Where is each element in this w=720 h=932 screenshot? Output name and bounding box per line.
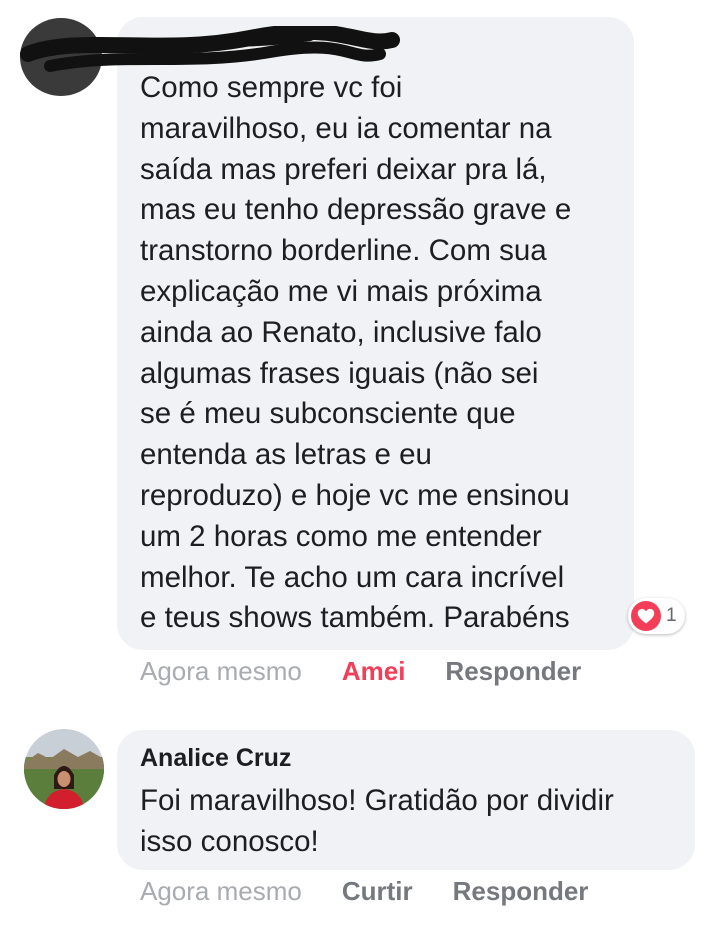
like-button[interactable]: Curtir [342,876,413,907]
love-reaction-button[interactable]: Amei [342,656,406,687]
avatar[interactable] [24,729,104,809]
heart-icon [631,601,661,631]
reaction-count: 1 [666,605,677,626]
comment-actions: Agora mesmo Amei Responder [140,656,581,687]
reaction-badge[interactable]: 1 [628,598,685,634]
comment-author[interactable]: Analice Cruz [140,744,291,773]
comment-text: Como sempre vc foi maravilhoso, eu ia co… [140,71,572,635]
reply-button[interactable]: Responder [445,656,581,687]
timestamp: Agora mesmo [140,876,302,906]
comment-text: Foi maravilhoso! Gratidão por dividir is… [140,784,614,858]
reply-button[interactable]: Responder [453,876,589,907]
avatar-redacted[interactable] [20,18,102,96]
comment-actions: Agora mesmo Curtir Responder [140,876,588,907]
profile-photo [24,729,104,809]
timestamp: Agora mesmo [140,656,302,686]
